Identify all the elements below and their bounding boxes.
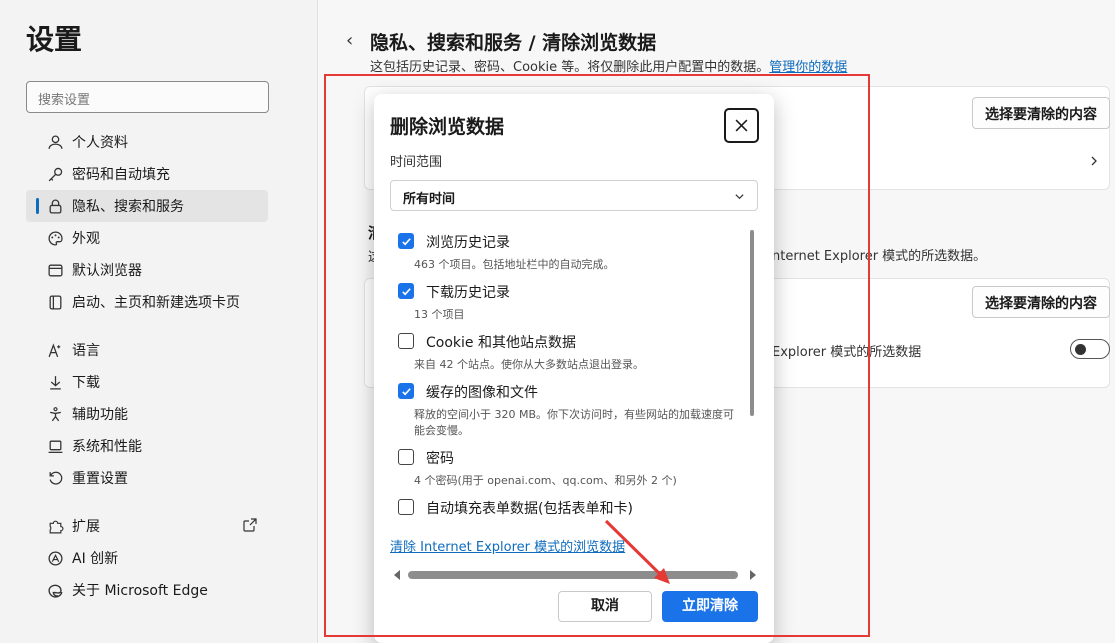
laptop-icon (46, 437, 64, 455)
time-range-label: 时间范围 (390, 155, 443, 170)
page-subtitle-text: 这包括历史记录、密码、Cookie 等。将仅删除此用户配置中的数据。 (370, 60, 770, 75)
sidebar-item-label: 隐私、搜索和服务 (72, 199, 184, 215)
dialog-title: 删除浏览数据 (390, 116, 505, 138)
sidebar-item-language[interactable]: 语言 (26, 334, 268, 366)
key-icon (46, 165, 64, 183)
sidebar-item-label: 默认浏览器 (72, 263, 142, 279)
choose-what-to-clear-ie-button[interactable]: 选择要清除的内容 (972, 286, 1110, 318)
page-title: 隐私、搜索和服务 / 清除浏览数据 (370, 32, 657, 54)
ie-mode-toggle-label: Explorer 模式的所选数据 (772, 345, 922, 360)
page-subtitle: 这包括历史记录、密码、Cookie 等。将仅删除此用户配置中的数据。管理你的数据 (370, 56, 847, 75)
checkbox-autofill[interactable] (398, 499, 414, 515)
horizontal-scroll-thumb[interactable] (408, 571, 738, 579)
item-desc: 来自 42 个站点。使你从大多数站点退出登录。 (414, 358, 644, 371)
sidebar-item-startup[interactable]: 启动、主页和新建选项卡页 (26, 286, 268, 318)
sidebar-item-label: 语言 (72, 343, 100, 359)
sidebar-item-reset[interactable]: 重置设置 (26, 462, 268, 494)
sidebar-item-ai-innovation[interactable]: AI 创新 (26, 542, 268, 574)
check-icon (401, 237, 411, 245)
download-icon (46, 373, 64, 391)
sidebar-item-default-browser[interactable]: 默认浏览器 (26, 254, 268, 286)
sidebar-item-extensions[interactable]: 扩展 (26, 510, 268, 542)
scroll-left-icon[interactable] (394, 570, 400, 580)
sidebar-item-label: 启动、主页和新建选项卡页 (72, 295, 240, 311)
person-icon (46, 133, 64, 151)
sidebar: 设置 搜索设置 个人资料 密码和自动填充 隐私、搜索和服务 外观 默认浏览器 启… (0, 0, 318, 643)
ie-mode-desc: nternet Explorer 模式的所选数据。 (772, 249, 987, 264)
cancel-button[interactable]: 取消 (558, 591, 652, 622)
item-label: 自动填充表单数据(包括表单和卡) (426, 501, 633, 517)
sidebar-item-label: 下载 (72, 375, 100, 391)
chevron-down-icon (735, 194, 744, 200)
clear-ie-data-link[interactable]: 清除 Internet Explorer 模式的浏览数据 (390, 536, 625, 555)
horizontal-scrollbar[interactable] (394, 568, 756, 582)
ai-icon (46, 549, 64, 567)
sidebar-nav: 个人资料 密码和自动填充 隐私、搜索和服务 外观 默认浏览器 启动、主页和新建选… (26, 126, 268, 606)
checkbox-passwords[interactable] (398, 449, 414, 465)
chevron-right-icon[interactable] (1088, 152, 1100, 166)
item-label: Cookie 和其他站点数据 (426, 335, 576, 351)
sidebar-item-label: 外观 (72, 231, 100, 247)
ie-mode-toggle[interactable] (1070, 339, 1110, 359)
search-settings-input[interactable]: 搜索设置 (26, 81, 269, 113)
sidebar-item-label: 扩展 (72, 519, 100, 535)
data-type-list: 浏览历史记录 463 个项目。包括地址栏中的自动完成。 下载历史记录 13 个项… (390, 227, 750, 522)
sidebar-item-about[interactable]: 关于 Microsoft Edge (26, 574, 268, 606)
palette-icon (46, 229, 64, 247)
sidebar-item-label: AI 创新 (72, 551, 119, 567)
close-icon (735, 119, 748, 132)
scroll-right-icon[interactable] (750, 570, 756, 580)
manage-data-link[interactable]: 管理你的数据 (769, 60, 847, 75)
sidebar-item-label: 重置设置 (72, 471, 128, 487)
edge-icon (46, 581, 64, 599)
checkbox-browsing-history[interactable] (398, 233, 414, 249)
language-icon (46, 341, 64, 359)
checkbox-cookies[interactable] (398, 333, 414, 349)
checkbox-download-history[interactable] (398, 283, 414, 299)
sidebar-item-accessibility[interactable]: 辅助功能 (26, 398, 268, 430)
item-label: 缓存的图像和文件 (426, 385, 538, 401)
check-icon (401, 287, 411, 295)
close-button[interactable] (724, 108, 759, 143)
time-range-value: 所有时间 (403, 192, 456, 207)
sidebar-item-appearance[interactable]: 外观 (26, 222, 268, 254)
item-desc: 13 个项目 (414, 308, 465, 321)
sidebar-item-downloads[interactable]: 下载 (26, 366, 268, 398)
clear-now-button[interactable]: 立即清除 (662, 591, 758, 622)
item-desc: 463 个项目。包括地址栏中的自动完成。 (414, 258, 615, 271)
item-desc: 释放的空间小于 320 MB。你下次访问时，有些网站的加载速度可能会变慢。 (414, 408, 735, 437)
external-link-icon[interactable] (242, 517, 258, 533)
sidebar-item-profile[interactable]: 个人资料 (26, 126, 268, 158)
back-button[interactable]: ‹ (346, 30, 353, 51)
browser-icon (46, 261, 64, 279)
reset-icon (46, 469, 64, 487)
item-label: 下载历史记录 (426, 285, 510, 301)
sidebar-item-system[interactable]: 系统和性能 (26, 430, 268, 462)
sidebar-item-label: 系统和性能 (72, 439, 142, 455)
home-icon (46, 293, 64, 311)
check-icon (401, 387, 411, 395)
checkbox-cached-images[interactable] (398, 383, 414, 399)
item-label: 浏览历史记录 (426, 235, 510, 251)
accessibility-icon (46, 405, 64, 423)
sidebar-item-passwords[interactable]: 密码和自动填充 (26, 158, 268, 190)
sidebar-item-label: 个人资料 (72, 135, 128, 151)
item-label: 密码 (426, 451, 454, 467)
time-range-select[interactable]: 所有时间 (390, 180, 758, 211)
sidebar-item-label: 密码和自动填充 (72, 167, 170, 183)
puzzle-icon (46, 517, 64, 535)
choose-what-to-clear-button[interactable]: 选择要清除的内容 (972, 97, 1110, 129)
sidebar-item-label: 关于 Microsoft Edge (72, 583, 208, 599)
item-desc: 4 个密码(用于 openai.com、qq.com、和另外 2 个) (414, 474, 677, 487)
delete-browsing-data-dialog: 删除浏览数据 时间范围 所有时间 浏览历史记录 463 个项目。包括地址栏中的自… (374, 94, 774, 643)
sidebar-title: 设置 (26, 23, 83, 56)
sidebar-item-privacy[interactable]: 隐私、搜索和服务 (26, 190, 268, 222)
sidebar-item-label: 辅助功能 (72, 407, 128, 423)
lock-icon (46, 197, 64, 215)
vertical-scrollbar[interactable] (750, 230, 754, 416)
